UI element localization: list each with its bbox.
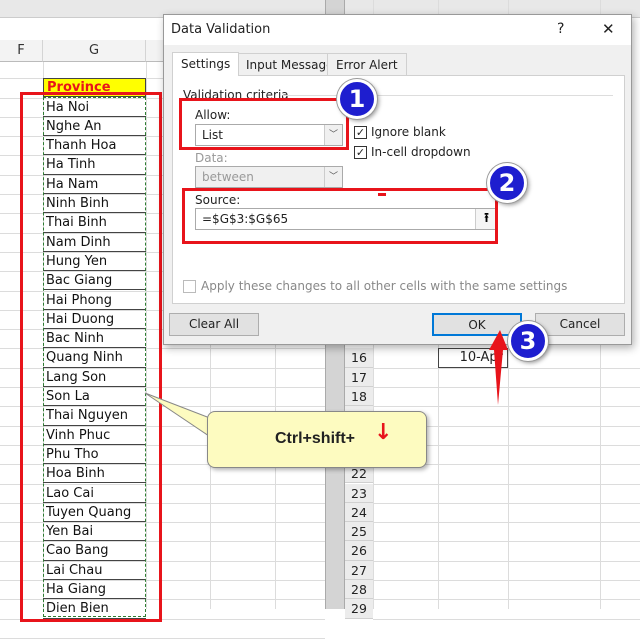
annotation-arrows — [144, 330, 508, 441]
shortcut-callout: Ctrl+shift+ ↓ — [207, 411, 427, 468]
tab-settings[interactable]: Settings — [172, 52, 240, 76]
down-arrow-icon: ↓ — [374, 420, 393, 445]
up-arrow-icon — [489, 330, 508, 405]
callout-text: Ctrl+shift+ — [275, 430, 356, 447]
callout-pointer — [144, 392, 216, 441]
gridline — [373, 618, 640, 620]
